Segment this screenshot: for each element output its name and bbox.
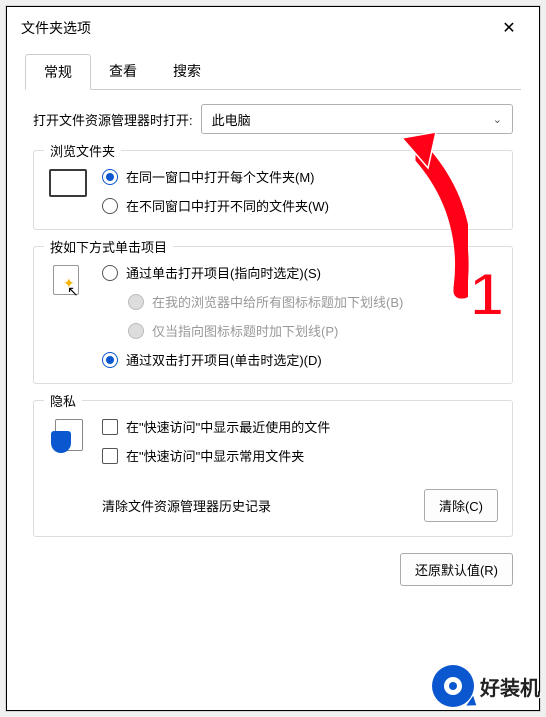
tab-strip: 常规 查看 搜索 [25, 53, 521, 90]
browse-folders-group: 浏览文件夹 在同一窗口中打开每个文件夹(M) 在不同窗口中打开不同的文件夹(W) [33, 150, 513, 230]
checkbox-frequent-folders-label: 在"快速访问"中显示常用文件夹 [126, 446, 304, 465]
privacy-group: 隐私 在"快速访问"中显示最近使用的文件 在"快速访问"中显示常用文件 [33, 400, 513, 537]
radio-same-window[interactable]: 在同一窗口中打开每个文件夹(M) [102, 167, 498, 186]
close-button[interactable]: ✕ [493, 12, 525, 44]
radio-icon [102, 169, 118, 185]
radio-icon [128, 323, 144, 339]
checkbox-recent-files-label: 在"快速访问"中显示最近使用的文件 [126, 417, 330, 436]
restore-defaults-button[interactable]: 还原默认值(R) [400, 553, 513, 586]
radio-double-click[interactable]: 通过双击打开项目(单击时选定)(D) [102, 350, 498, 369]
titlebar: 文件夹选项 ✕ [7, 7, 539, 49]
radio-underline-point-label: 仅当指向图标标题时加下划线(P) [152, 321, 338, 340]
pointer-doc-icon: ✦ ↖ [48, 263, 88, 301]
checkbox-recent-files[interactable]: 在"快速访问"中显示最近使用的文件 [102, 417, 498, 436]
radio-double-click-label: 通过双击打开项目(单击时选定)(D) [126, 350, 322, 369]
checkbox-icon [102, 419, 118, 435]
checkbox-icon [102, 448, 118, 464]
radio-icon [102, 352, 118, 368]
radio-icon [128, 294, 144, 310]
folder-options-dialog: 文件夹选项 ✕ 常规 查看 搜索 打开文件资源管理器时打开: 此电脑 ⌄ 浏览文… [6, 6, 540, 711]
radio-underline-all: 在我的浏览器中给所有图标标题加下划线(B) [128, 292, 498, 311]
open-explorer-selected: 此电脑 [212, 110, 251, 129]
clear-history-label: 清除文件资源管理器历史记录 [102, 496, 271, 515]
radio-icon [102, 198, 118, 214]
clear-history-row: 清除文件资源管理器历史记录 清除(C) [102, 489, 498, 522]
tab-search[interactable]: 搜索 [155, 54, 219, 90]
radio-single-click[interactable]: 通过单击打开项目(指向时选定)(S) [102, 263, 498, 282]
radio-same-window-label: 在同一窗口中打开每个文件夹(M) [126, 167, 315, 186]
radio-icon [102, 265, 118, 281]
click-items-title: 按如下方式单击项目 [44, 237, 173, 256]
privacy-title: 隐私 [44, 391, 82, 410]
dialog-content: 常规 查看 搜索 打开文件资源管理器时打开: 此电脑 ⌄ 浏览文件夹 在同一窗口… [7, 49, 539, 598]
radio-diff-window[interactable]: 在不同窗口中打开不同的文件夹(W) [102, 196, 498, 215]
chevron-down-icon: ⌄ [493, 113, 502, 126]
radio-single-click-label: 通过单击打开项目(指向时选定)(S) [126, 263, 321, 282]
tab-general[interactable]: 常规 [25, 54, 91, 90]
clear-button[interactable]: 清除(C) [424, 489, 498, 522]
radio-diff-window-label: 在不同窗口中打开不同的文件夹(W) [126, 196, 329, 215]
open-explorer-dropdown[interactable]: 此电脑 ⌄ [201, 104, 513, 134]
privacy-doc-icon [48, 417, 88, 455]
dialog-footer: 还原默认值(R) [33, 553, 513, 586]
open-explorer-row: 打开文件资源管理器时打开: 此电脑 ⌄ [33, 104, 513, 134]
radio-underline-point: 仅当指向图标标题时加下划线(P) [128, 321, 498, 340]
tab-view[interactable]: 查看 [91, 54, 155, 90]
radio-underline-all-label: 在我的浏览器中给所有图标标题加下划线(B) [152, 292, 403, 311]
checkbox-frequent-folders[interactable]: 在"快速访问"中显示常用文件夹 [102, 446, 498, 465]
monitor-icon [48, 167, 88, 197]
window-title: 文件夹选项 [21, 18, 91, 38]
browse-folders-title: 浏览文件夹 [44, 141, 121, 160]
click-items-group: 按如下方式单击项目 ✦ ↖ 通过单击打开项目(指向时选定)(S) [33, 246, 513, 384]
open-explorer-label: 打开文件资源管理器时打开: [33, 110, 193, 129]
